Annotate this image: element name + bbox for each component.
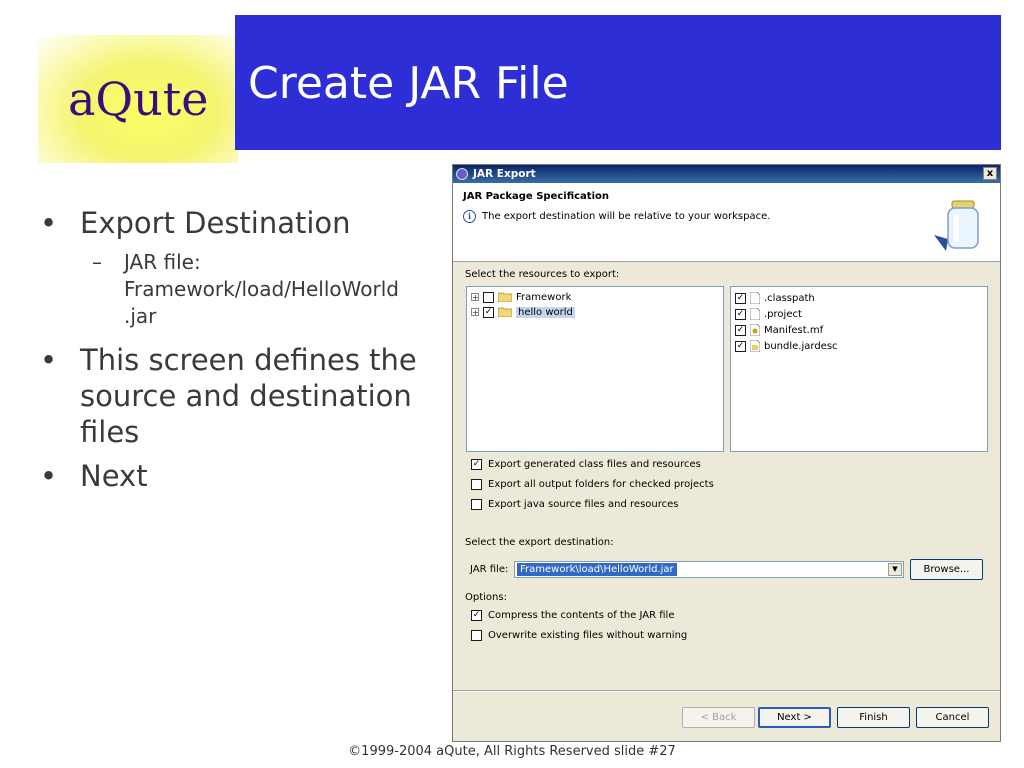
file-checkbox-classpath[interactable]: ✓: [735, 292, 746, 304]
file-checkbox-project[interactable]: ✓: [735, 308, 746, 320]
sub-bullet-line-1: JAR file:: [124, 250, 201, 274]
folder-icon: [498, 292, 512, 302]
info-icon: i: [463, 210, 476, 223]
jar-icon: [934, 200, 979, 251]
file-item-jardesc[interactable]: ✓ bundle.jardesc: [735, 339, 838, 353]
file-icon: [750, 292, 760, 304]
tree-checkbox-framework[interactable]: [483, 291, 494, 303]
jardesc-icon: [750, 340, 760, 352]
option-overwrite[interactable]: Overwrite existing files without warning: [471, 630, 687, 641]
dialog-title: JAR Export: [473, 168, 536, 180]
tree-checkbox-hello-world[interactable]: ✓: [483, 306, 494, 318]
bullet-list: Export Destination JAR file: Framework/l…: [40, 205, 450, 502]
tree-item-framework[interactable]: + Framework: [471, 290, 571, 304]
header-info: i The export destination will be relativ…: [463, 210, 770, 223]
project-tree[interactable]: + Framework + ✓ hello world: [466, 286, 724, 452]
bullet-export-destination: Export Destination: [40, 205, 450, 241]
label-compress: Compress the contents of the JAR file: [488, 610, 675, 621]
tree-item-hello-world[interactable]: + ✓ hello world: [471, 305, 575, 319]
file-label-jardesc: bundle.jardesc: [764, 340, 838, 352]
sub-bullet-jar-file: JAR file: Framework/load/HelloWorld .jar: [40, 249, 450, 330]
file-label-classpath: .classpath: [764, 292, 815, 304]
file-icon: [750, 308, 760, 320]
tree-label-framework: Framework: [516, 291, 572, 303]
cancel-button[interactable]: Cancel: [916, 707, 989, 728]
option-export-source-files[interactable]: Export java source files and resources: [471, 499, 679, 510]
checkbox-export-class-files[interactable]: ✓: [471, 459, 482, 470]
jar-export-dialog: JAR Export x JAR Package Specification i…: [452, 164, 1001, 742]
header-title: JAR Package Specification: [463, 191, 609, 202]
button-separator: [453, 690, 1000, 692]
sub-bullet-line-3: .jar: [124, 304, 157, 328]
label-export-class-files: Export generated class files and resourc…: [488, 459, 701, 470]
eclipse-icon: [456, 168, 468, 180]
jar-file-label: JAR file:: [470, 564, 509, 575]
label-export-output-folders: Export all output folders for checked pr…: [488, 479, 714, 490]
sub-bullet-line-2: Framework/load/HelloWorld: [124, 277, 399, 301]
jar-file-value[interactable]: Framework\load\HelloWorld.jar: [517, 563, 677, 576]
logo: aQute: [68, 72, 209, 126]
tree-label-hello-world: hello world: [516, 306, 575, 318]
checkbox-export-source-files[interactable]: [471, 499, 482, 510]
expand-icon[interactable]: +: [471, 293, 479, 302]
slide-title: Create JAR File: [248, 58, 569, 109]
back-button[interactable]: < Back: [682, 707, 755, 728]
file-checkbox-jardesc[interactable]: ✓: [735, 340, 746, 352]
file-item-classpath[interactable]: ✓ .classpath: [735, 291, 815, 305]
manifest-icon: [750, 324, 760, 336]
option-export-class-files[interactable]: ✓ Export generated class files and resou…: [471, 459, 701, 470]
option-export-output-folders[interactable]: Export all output folders for checked pr…: [471, 479, 714, 490]
options-label: Options:: [465, 592, 507, 603]
checkbox-export-output-folders[interactable]: [471, 479, 482, 490]
finish-button[interactable]: Finish: [837, 707, 910, 728]
label-export-source-files: Export java source files and resources: [488, 499, 679, 510]
slide-footer: ©1999-2004 aQute, All Rights Reserved sl…: [348, 744, 676, 759]
header-info-text: The export destination will be relative …: [482, 211, 771, 222]
dropdown-arrow-icon[interactable]: ▼: [888, 563, 902, 576]
label-overwrite: Overwrite existing files without warning: [488, 630, 688, 641]
file-label-project: .project: [764, 308, 802, 320]
folder-icon: [498, 307, 512, 317]
browse-button[interactable]: Browse...: [910, 559, 983, 580]
option-compress[interactable]: ✓ Compress the contents of the JAR file: [471, 610, 674, 621]
dialog-header: JAR Package Specification i The export d…: [453, 183, 1000, 262]
close-button[interactable]: x: [983, 167, 997, 180]
file-label-manifest: Manifest.mf: [764, 324, 824, 336]
checkbox-overwrite[interactable]: [471, 630, 482, 641]
checkbox-compress[interactable]: ✓: [471, 610, 482, 621]
dialog-title-bar: JAR Export x: [453, 165, 1000, 183]
file-checkbox-manifest[interactable]: ✓: [735, 324, 746, 336]
file-list[interactable]: ✓ .classpath ✓ .project ✓ Manifest.mf ✓ …: [730, 286, 988, 452]
jar-file-combo[interactable]: Framework\load\HelloWorld.jar ▼: [514, 561, 904, 578]
file-item-manifest[interactable]: ✓ Manifest.mf: [735, 323, 823, 337]
resources-label: Select the resources to export:: [465, 269, 620, 280]
bullet-defines: This screen defines the source and desti…: [40, 342, 450, 450]
bullet-next: Next: [40, 458, 450, 494]
file-item-project[interactable]: ✓ .project: [735, 307, 802, 321]
destination-label: Select the export destination:: [465, 537, 614, 548]
next-button[interactable]: Next >: [758, 707, 831, 728]
expand-icon[interactable]: +: [471, 308, 479, 317]
